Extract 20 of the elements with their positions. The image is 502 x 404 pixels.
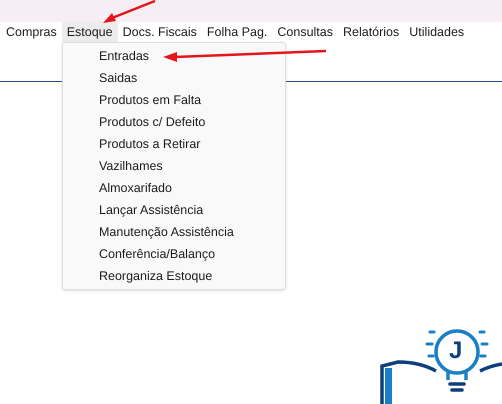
- menu-item[interactable]: Folha Pag.: [202, 22, 272, 42]
- dropdown-item[interactable]: Produtos c/ Defeito: [63, 111, 285, 133]
- menu-item[interactable]: Docs. Fiscais: [118, 22, 202, 42]
- dropdown-item[interactable]: Saidas: [63, 67, 285, 89]
- menu-item[interactable]: Utilidades: [404, 22, 470, 42]
- dropdown-item[interactable]: Lançar Assistência: [63, 199, 285, 221]
- dropdown-item[interactable]: Entradas: [63, 45, 285, 67]
- dropdown-item[interactable]: Manutenção Assistência: [63, 221, 285, 243]
- dropdown-item[interactable]: Conferência/Balanço: [63, 243, 285, 265]
- menu-item[interactable]: Consultas: [272, 22, 338, 42]
- menu-item[interactable]: Estoque: [62, 22, 118, 42]
- dropdown-item[interactable]: Reorganiza Estoque: [63, 265, 285, 287]
- annotation-arrow: [103, 0, 156, 23]
- menu-item[interactable]: Relatórios: [338, 22, 404, 42]
- dropdown-item[interactable]: Produtos a Retirar: [63, 133, 285, 155]
- menu-item[interactable]: Compras: [1, 22, 62, 42]
- logo-letter: J: [449, 338, 462, 364]
- dropdown-item[interactable]: Vazilhames: [63, 155, 285, 177]
- dropdown-item[interactable]: Almoxarifado: [63, 177, 285, 199]
- dropdown-item[interactable]: Produtos em Falta: [63, 89, 285, 111]
